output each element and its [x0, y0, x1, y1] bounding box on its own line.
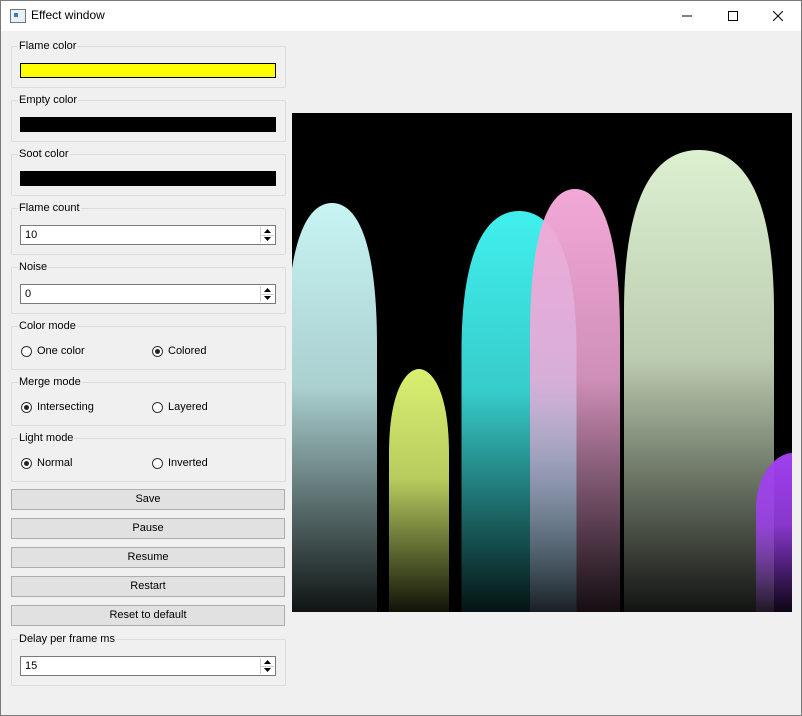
- radio-one-color[interactable]: One color: [21, 345, 85, 357]
- radio-normal-indicator[interactable]: [21, 457, 32, 469]
- radio-intersecting-label[interactable]: Intersecting: [37, 401, 94, 413]
- flame-canvas: [292, 113, 792, 612]
- maximize-button[interactable]: [710, 1, 756, 31]
- noise-spinbox[interactable]: 0: [20, 284, 276, 304]
- merge-mode-group: Merge mode Intersecting Layered: [11, 375, 286, 426]
- empty-color-swatch[interactable]: [20, 117, 276, 132]
- spin-down-icon[interactable]: [261, 294, 274, 302]
- flame-count-group: Flame count 10: [11, 201, 286, 255]
- color-mode-group: Color mode One color Colored: [11, 319, 286, 370]
- minimize-icon: [682, 15, 692, 17]
- radio-colored-indicator[interactable]: [152, 345, 163, 357]
- radio-layered-label[interactable]: Layered: [168, 401, 208, 413]
- flame-color-swatch[interactable]: [20, 63, 276, 78]
- radio-inverted[interactable]: Inverted: [152, 457, 208, 469]
- soot-color-swatch[interactable]: [20, 171, 276, 186]
- radio-layered-indicator[interactable]: [152, 401, 163, 413]
- radio-intersecting[interactable]: Intersecting: [21, 401, 94, 413]
- radio-normal-label[interactable]: Normal: [37, 457, 72, 469]
- title-bar: Effect window: [0, 0, 802, 31]
- flame-count-arrows: [260, 227, 274, 243]
- noise-group: Noise 0: [11, 260, 286, 314]
- radio-colored-label[interactable]: Colored: [168, 345, 207, 357]
- close-icon: [773, 11, 783, 21]
- spin-down-icon[interactable]: [261, 235, 274, 243]
- delay-arrows: [260, 658, 274, 674]
- flame-1: [292, 203, 377, 612]
- radio-one-color-indicator[interactable]: [21, 345, 32, 357]
- flame-color-group: Flame color: [11, 39, 286, 88]
- minimize-button[interactable]: [664, 1, 710, 31]
- save-button[interactable]: Save: [11, 489, 285, 510]
- resume-button[interactable]: Resume: [11, 547, 285, 568]
- noise-value[interactable]: 0: [25, 288, 31, 300]
- radio-one-color-label[interactable]: One color: [37, 345, 85, 357]
- flame-2: [389, 369, 449, 612]
- noise-arrows: [260, 286, 274, 302]
- radio-normal[interactable]: Normal: [21, 457, 72, 469]
- pause-button[interactable]: Pause: [11, 518, 285, 539]
- flame-count-spinbox[interactable]: 10: [20, 225, 276, 245]
- merge-mode-label: Merge mode: [18, 375, 82, 389]
- radio-colored[interactable]: Colored: [152, 345, 207, 357]
- delay-label: Delay per frame ms: [18, 632, 116, 646]
- restart-button[interactable]: Restart: [11, 576, 285, 597]
- delay-value[interactable]: 15: [25, 660, 37, 672]
- light-mode-label: Light mode: [18, 431, 75, 445]
- radio-inverted-indicator[interactable]: [152, 457, 163, 469]
- window-title: Effect window: [31, 8, 105, 22]
- empty-color-group: Empty color: [11, 93, 286, 142]
- flame-count-value[interactable]: 10: [25, 229, 37, 241]
- empty-color-label: Empty color: [18, 93, 79, 107]
- color-mode-label: Color mode: [18, 319, 77, 333]
- delay-group: Delay per frame ms 15: [11, 632, 286, 686]
- radio-inverted-label[interactable]: Inverted: [168, 457, 208, 469]
- app-icon: [10, 9, 26, 23]
- soot-color-group: Soot color: [11, 147, 286, 196]
- radio-intersecting-indicator[interactable]: [21, 401, 32, 413]
- radio-layered[interactable]: Layered: [152, 401, 208, 413]
- light-mode-group: Light mode Normal Inverted: [11, 431, 286, 482]
- noise-label: Noise: [18, 260, 49, 274]
- flame-render: [292, 150, 792, 612]
- reset-to-default-button[interactable]: Reset to default: [11, 605, 285, 626]
- flame-count-label: Flame count: [18, 201, 81, 215]
- soot-color-label: Soot color: [18, 147, 70, 161]
- delay-spinbox[interactable]: 15: [20, 656, 276, 676]
- flame-4: [530, 189, 620, 612]
- flame-5: [624, 150, 774, 612]
- close-button[interactable]: [755, 1, 801, 31]
- flame-color-label: Flame color: [18, 39, 78, 53]
- maximize-icon: [728, 11, 738, 21]
- spin-down-icon[interactable]: [261, 666, 274, 674]
